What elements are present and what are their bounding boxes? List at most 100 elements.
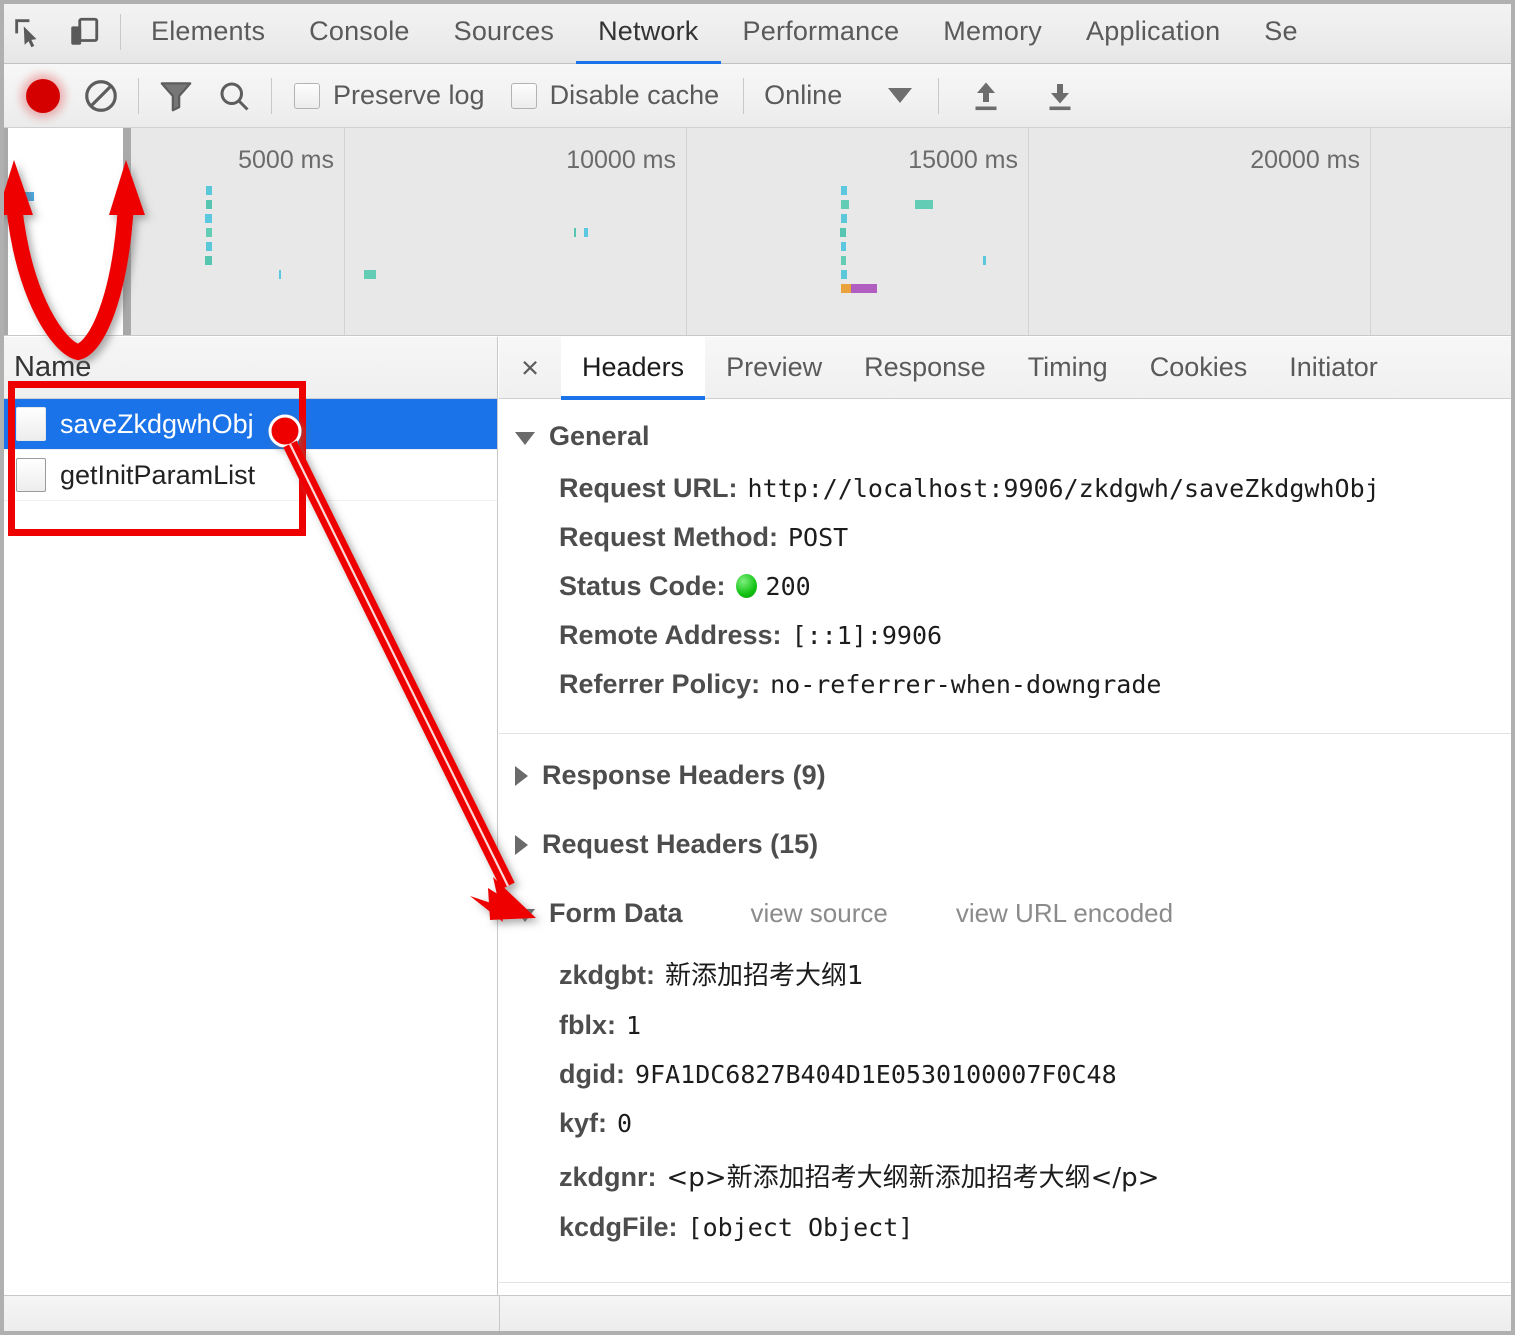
tab-timing[interactable]: Timing [1007,337,1129,399]
timeline-gridline [686,128,687,335]
timeline-bar [26,192,34,201]
timeline-gridline [1370,128,1371,335]
detail-tab-label: Initiator [1289,352,1378,382]
throttling-value: Online [764,80,843,110]
section-request-headers[interactable]: Request Headers (15) [499,803,1515,872]
field-key: dgid: [559,1059,625,1089]
timeline-bar [841,214,847,223]
tab-initiator[interactable]: Initiator [1268,337,1399,399]
record-icon [26,78,60,113]
panel-divider [499,1296,500,1335]
timeline-bar [841,186,847,195]
document-icon [16,458,46,492]
checkbox-box [510,82,537,109]
field-value: no-referrer-when-downgrade [770,670,1162,699]
tab-elements[interactable]: Elements [129,0,287,64]
throttling-select[interactable]: Online [764,80,913,111]
tab-network[interactable]: Network [576,0,721,65]
toolbar-divider [743,77,745,114]
close-icon[interactable]: × [499,337,561,399]
form-data-row-zkdgnr: zkdgnr: <p>新添加招考大纲新添加招考大纲</p> [499,1148,1515,1203]
tab-label: Network [598,16,699,46]
preserve-log-checkbox[interactable]: Preserve log [294,80,485,111]
timeline-bar [983,256,986,265]
timeline-bar [840,200,849,209]
filter-button[interactable] [147,64,205,128]
view-url-encoded-link[interactable]: view URL encoded [956,898,1173,929]
general-row-status-code: Status Code: 200 [499,562,1515,611]
timeline-bar [278,270,281,279]
export-har-button[interactable] [1031,64,1089,128]
section-form-data[interactable]: Form Data view source view URL encoded [499,872,1515,941]
network-overview-timeline[interactable]: 5000 ms 10000 ms 15000 ms 20000 ms [0,128,1515,336]
timeline-gridline [1028,128,1029,335]
tab-performance[interactable]: Performance [721,0,922,64]
devtools-tabbar: Elements Console Sources Network Perform… [0,0,1515,65]
tab-sources[interactable]: Sources [432,0,576,64]
field-key: zkdgbt: [559,960,655,990]
detail-tab-label: Cookies [1149,352,1248,382]
detail-tab-label: Preview [726,352,823,382]
general-row-request-method: Request Method: POST [499,513,1515,562]
timeline-selection-handle-right[interactable] [123,128,131,335]
form-data-row-kyf: kyf: 0 [499,1099,1515,1148]
device-toolbar-icon[interactable] [56,0,112,64]
disable-cache-checkbox[interactable]: Disable cache [510,80,719,111]
list-item-getInitParamList[interactable]: getInitParamList [0,450,497,501]
timeline-bar [840,256,847,265]
field-value: 200 [765,572,811,601]
field-key: Status Code: [559,571,726,601]
field-value: <p>新添加招考大纲新添加招考大纲</p> [666,1163,1160,1193]
request-list-rows: saveZkdgwhObj getInitParamList [0,399,497,501]
field-value: 1 [626,1011,642,1040]
view-source-link[interactable]: view source [751,898,888,929]
field-value: POST [788,523,849,552]
timeline-selection-window[interactable] [0,128,131,335]
tab-cookies[interactable]: Cookies [1129,337,1269,399]
field-value: [::1]:9906 [791,621,943,650]
timeline-gridline [344,128,345,335]
general-row-request-url: Request URL: http://localhost:9906/zkdgw… [499,464,1515,513]
field-value: 9FA1DC6827B404D1E0530100007F0C48 [634,1060,1117,1089]
tab-preview[interactable]: Preview [705,337,843,399]
record-button[interactable] [14,64,72,128]
timeline-selection-handle-left[interactable] [0,128,8,335]
close-glyph: × [520,349,540,385]
inspect-element-icon[interactable] [0,0,56,64]
timeline-bar [205,256,212,265]
form-data-row-zkdgbt: zkdgbt: 新添加招考大纲1 [499,941,1515,1001]
tab-security[interactable]: Se [1242,0,1319,64]
timeline-bar [205,200,212,209]
timeline-bar [0,192,26,201]
section-response-headers[interactable]: Response Headers (9) [499,734,1515,803]
request-list-header: Name [0,337,497,399]
clear-button[interactable] [72,64,130,128]
chevron-down-icon [515,431,535,445]
tab-memory[interactable]: Memory [921,0,1064,64]
form-data-row-dgid: dgid: 9FA1DC6827B404D1E0530100007F0C48 [499,1050,1515,1099]
section-general[interactable]: General [499,399,1515,464]
checkbox-box [294,82,320,109]
timeline-tick-label: 20000 ms [1250,146,1360,174]
list-item-saveZkdgwhObj[interactable]: saveZkdgwhObj [0,399,497,450]
timeline-tick-label: 5000 ms [238,146,334,174]
field-value: [object Object] [687,1213,914,1242]
field-value: http://localhost:9906/zkdgwh/saveZkdgwhO… [747,474,1380,503]
timeline-bar [205,228,212,237]
timeline-bar [573,228,576,237]
detail-tab-label: Headers [582,352,685,382]
tab-headers[interactable]: Headers [561,336,706,400]
document-icon [16,407,46,441]
toolbar-divider [271,77,272,114]
search-button[interactable] [205,64,263,128]
import-har-button[interactable] [957,64,1015,128]
tab-console[interactable]: Console [287,0,431,64]
general-row-referrer-policy: Referrer Policy: no-referrer-when-downgr… [499,660,1515,709]
form-data-row-fblx: fblx: 1 [499,1001,1515,1050]
field-value: 0 [617,1109,633,1138]
tab-application[interactable]: Application [1064,0,1242,64]
timeline-bar [840,270,847,279]
devtools-window: Elements Console Sources Network Perform… [0,0,1515,1335]
tab-response[interactable]: Response [843,337,1007,399]
request-detail-panel: × Headers Preview Response Timing Cookie… [499,336,1515,1295]
